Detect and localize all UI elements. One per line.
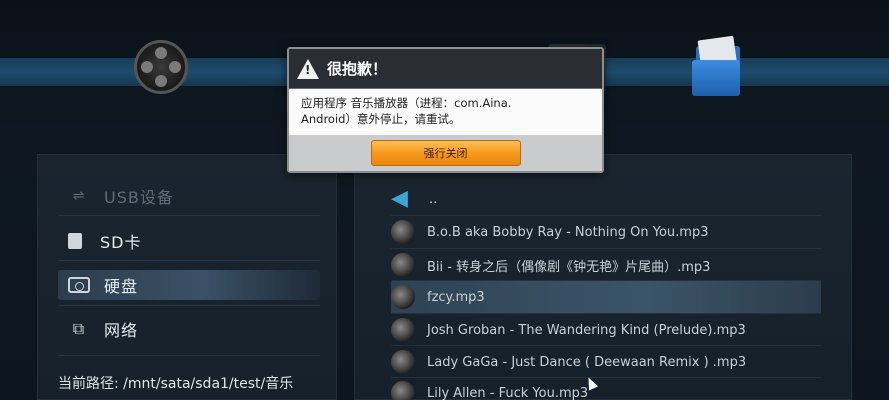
- sd-card-icon: [68, 233, 82, 249]
- force-close-button[interactable]: 强行关闭: [370, 140, 521, 166]
- sidebar-item-label: 网络: [104, 321, 139, 340]
- dialog-title-bar: ! 很抱歉！: [289, 49, 602, 89]
- music-thumb-icon: [391, 220, 415, 244]
- divider: [58, 355, 320, 356]
- list-item[interactable]: Bii - 转身之后（偶像剧《钟无艳》片尾曲）.mp3: [391, 249, 821, 281]
- sidebar-item-sd[interactable]: SD卡: [58, 226, 320, 256]
- list-item[interactable]: B.o.B aka Bobby Ray - Nothing On You.mp3: [391, 216, 821, 248]
- file-name: Lady GaGa - Just Dance ( Deewaan Remix )…: [427, 354, 747, 370]
- sidebar-item-network[interactable]: ⧉ 网络: [58, 314, 320, 344]
- dialog-title: 很抱歉！: [327, 60, 388, 78]
- dialog-message-line: Android）意外停止，请重试。: [301, 112, 461, 126]
- file-name: Bii - 转身之后（偶像剧《钟无艳》片尾曲）.mp3: [427, 259, 711, 275]
- list-item[interactable]: Josh Groban - The Wandering Kind (Prelud…: [391, 314, 821, 346]
- sidebar-item-usb[interactable]: ⇌ USB设备: [58, 181, 320, 211]
- file-name: fzcy.mp3: [427, 289, 485, 305]
- file-name: Josh Groban - The Wandering Kind (Prelud…: [427, 322, 746, 338]
- usb-icon: ⇌: [72, 188, 86, 204]
- music-thumb-icon: [391, 318, 415, 342]
- parent-folder-row[interactable]: ◀ ..: [391, 183, 821, 215]
- sidebar-item-label: USB设备: [104, 188, 174, 207]
- error-dialog: ! 很抱歉！ 应用程序 音乐播放器（进程：com.Aina. Android）意…: [287, 47, 604, 173]
- back-arrow-icon: ◀: [391, 186, 408, 211]
- list-item[interactable]: Lily Allen - Fuck You.mp3: [391, 377, 821, 400]
- list-item-selected[interactable]: fzcy.mp3: [391, 281, 821, 313]
- music-thumb-icon: [391, 285, 415, 309]
- music-thumb-icon: [391, 350, 415, 374]
- list-item[interactable]: Lady GaGa - Just Dance ( Deewaan Remix )…: [391, 346, 821, 378]
- file-name: ..: [429, 191, 438, 207]
- network-icon: ⧉: [72, 319, 86, 338]
- dialog-message-line: 应用程序 音乐播放器（进程：com.Aina.: [301, 96, 512, 110]
- divider: [58, 215, 320, 216]
- sidebar-item-hdd[interactable]: 硬盘: [58, 270, 320, 300]
- music-thumb-icon: [391, 253, 415, 277]
- device-sidebar: ⇌ USB设备 SD卡 硬盘 ⧉ 网络 当前路径: /mnt/sata/sda1…: [37, 154, 337, 400]
- hard-disk-icon: [68, 276, 90, 294]
- file-name: B.o.B aka Bobby Ray - Nothing On You.mp3: [427, 224, 709, 240]
- file-folder-icon[interactable]: [690, 35, 746, 98]
- divider: [58, 305, 320, 306]
- warning-icon: !: [297, 58, 319, 79]
- divider: [58, 260, 320, 261]
- file-name: Lily Allen - Fuck You.mp3: [427, 385, 589, 400]
- file-list-panel: ◀ .. B.o.B aka Bobby Ray - Nothing On Yo…: [354, 154, 852, 400]
- current-path: 当前路径: /mnt/sata/sda1/test/音乐: [58, 376, 294, 392]
- sidebar-item-label: SD卡: [100, 233, 142, 252]
- sidebar-item-label: 硬盘: [104, 277, 139, 296]
- dialog-message: 应用程序 音乐播放器（进程：com.Aina. Android）意外停止，请重试…: [289, 89, 602, 135]
- music-thumb-icon: [391, 381, 415, 400]
- dialog-footer: 强行关闭: [289, 135, 602, 171]
- video-reel-icon[interactable]: [134, 40, 188, 94]
